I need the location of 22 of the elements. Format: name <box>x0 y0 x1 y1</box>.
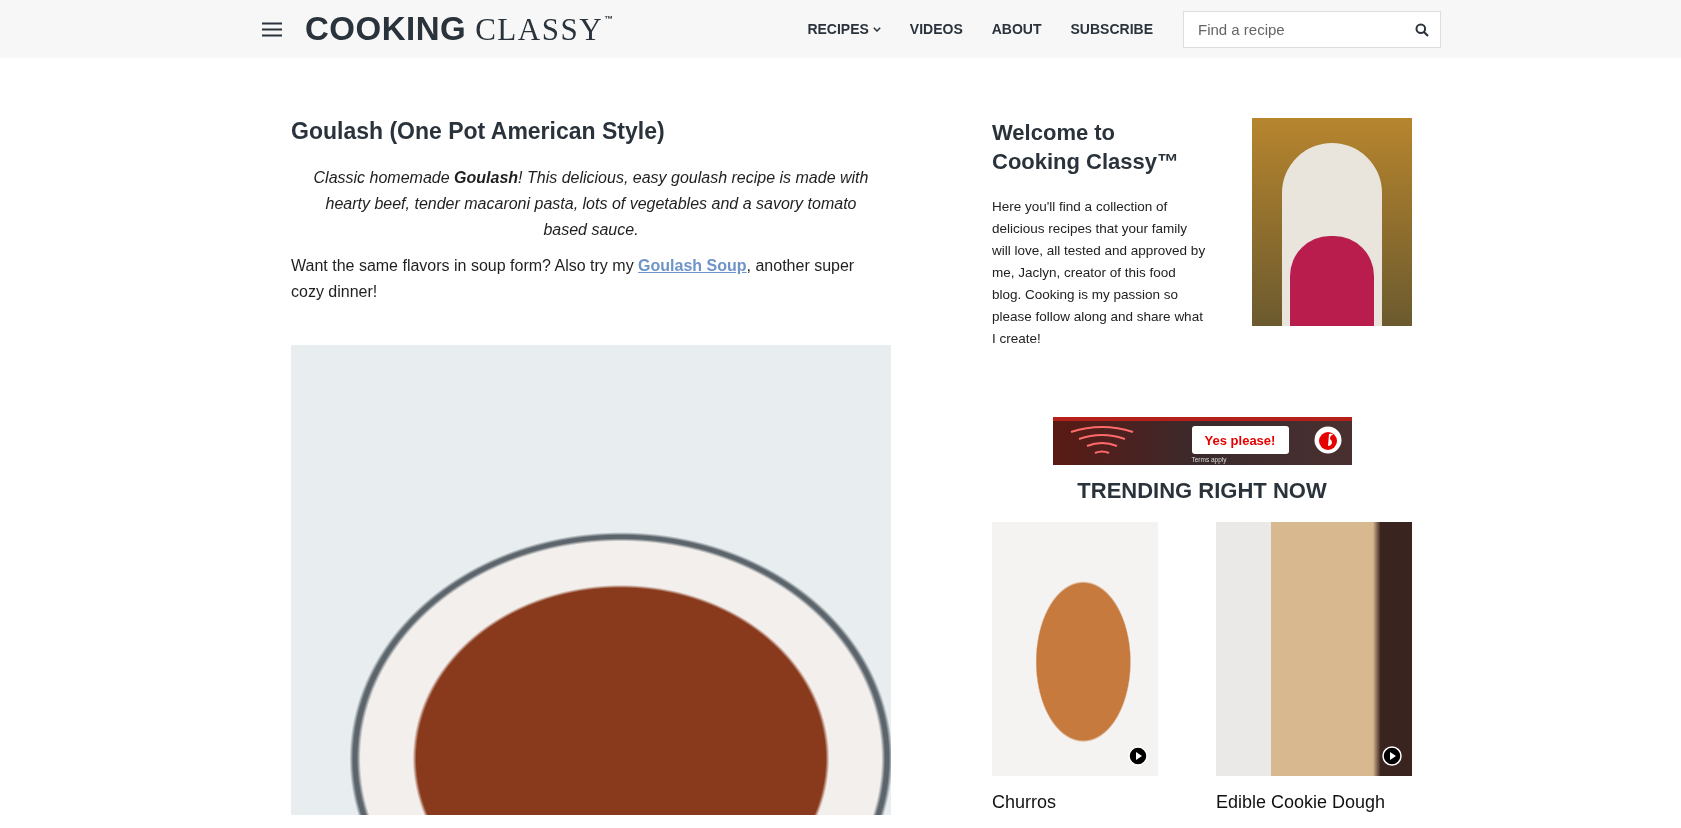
recipe-card-title[interactable]: Churros <box>992 792 1057 813</box>
recipe-card-title[interactable]: Edible Cookie Dough <box>1216 792 1386 813</box>
recipe-summary: Classic homemade Goulash! This delicious, easy goulash recipe is made with hearty beef, tender macaroni pasta, lots of vegetables and a savory tomato based sauce. <box>312 168 870 240</box>
recipe-photo-placeholder[interactable] <box>1216 522 1412 776</box>
trending-heading: TRENDING RIGHT NOW <box>1076 478 1328 504</box>
search-field[interactable]: Find a recipe <box>1183 10 1441 48</box>
nav-link[interactable]: ABOUT <box>991 21 1042 37</box>
welcome-text: Here you'll find a collection of delicious recipes that your family will love, all tested and approved by me, Jaclyn, creator of this food blog. Cooking is my passion so please follow along and share what I create! <box>992 198 1206 348</box>
speech-mark-logo-icon <box>1313 426 1342 454</box>
soup-suggestion: Want the same flavors in soup form? Also try my Goulash Soup, another super cozy dinner! <box>291 256 856 302</box>
play-icon[interactable] <box>1382 746 1402 766</box>
yes-please-button[interactable]: Yes please! <box>1191 426 1289 454</box>
play-icon[interactable] <box>1128 746 1148 766</box>
search-icon[interactable] <box>1415 22 1429 37</box>
welcome-heading: Welcome to Cooking Classy™ <box>992 119 1181 176</box>
menu-icon[interactable] <box>262 21 282 37</box>
recipe-title: Goulash (One Pot American Style) <box>291 118 666 145</box>
nav-link[interactable]: SUBSCRIBE <box>1070 21 1153 37</box>
chevron-down-icon <box>872 26 881 32</box>
nav-link[interactable]: RECIPES <box>807 21 881 37</box>
site-logo[interactable]: COOKING CLASSY™ <box>305 10 614 48</box>
nav-link[interactable]: VIDEOS <box>909 21 963 37</box>
